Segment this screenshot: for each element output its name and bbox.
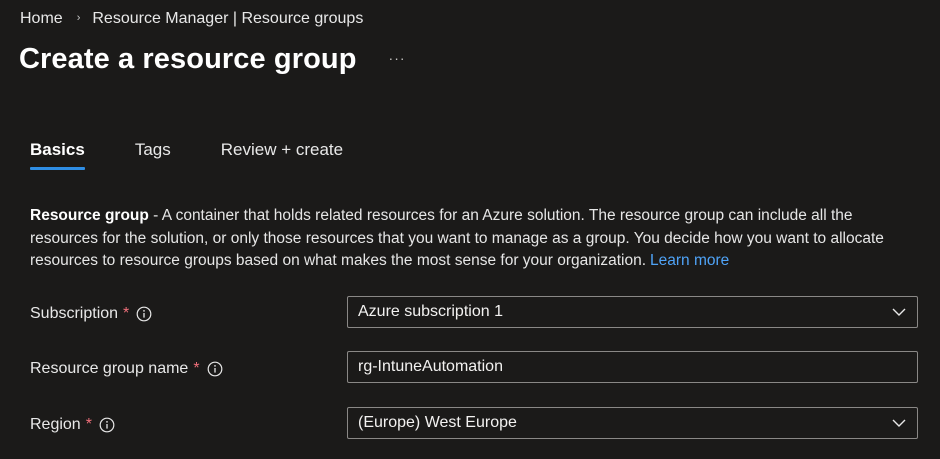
resource-group-name-label-group: Resource group name *	[30, 360, 223, 378]
resource-group-name-input[interactable]	[348, 353, 917, 381]
required-marker: *	[193, 360, 200, 377]
tab-bar: Basics Tags Review + create	[30, 140, 343, 170]
region-row: Region * (Europe) West Europe	[30, 407, 918, 439]
info-icon[interactable]	[207, 361, 223, 377]
info-icon[interactable]	[99, 417, 115, 433]
chevron-down-icon	[892, 308, 906, 316]
subscription-row: Subscription * Azure subscription 1	[30, 296, 918, 328]
resource-group-name-row: Resource group name *	[30, 351, 918, 383]
resource-group-name-label: Resource group name	[30, 360, 189, 377]
tab-tags[interactable]: Tags	[135, 140, 171, 170]
resource-group-description: Resource group - A container that holds …	[30, 205, 915, 273]
region-label-group: Region *	[30, 416, 115, 434]
page-title: Create a resource group	[19, 43, 357, 75]
more-options-button[interactable]: ···	[389, 50, 406, 66]
title-row: Create a resource group ···	[19, 43, 406, 76]
subscription-dropdown[interactable]: Azure subscription 1	[347, 296, 918, 328]
description-text: - A container that holds related resourc…	[30, 207, 884, 269]
description-term: Resource group	[30, 207, 149, 224]
resource-group-name-field[interactable]	[347, 351, 918, 383]
chevron-down-icon	[892, 419, 906, 427]
breadcrumb: Home › Resource Manager | Resource group…	[20, 10, 363, 28]
create-resource-group-page: Home › Resource Manager | Resource group…	[0, 0, 940, 459]
subscription-selected-value: Azure subscription 1	[358, 303, 503, 320]
subscription-label: Subscription	[30, 305, 119, 322]
required-marker: *	[85, 416, 92, 433]
region-dropdown[interactable]: (Europe) West Europe	[347, 407, 918, 439]
region-selected-value: (Europe) West Europe	[358, 414, 517, 431]
info-icon[interactable]	[136, 306, 152, 322]
tab-basics[interactable]: Basics	[30, 140, 85, 170]
region-label: Region	[30, 416, 81, 433]
tab-review-create[interactable]: Review + create	[221, 140, 343, 170]
breadcrumb-home-link[interactable]: Home	[20, 10, 63, 28]
subscription-label-group: Subscription *	[30, 305, 152, 323]
breadcrumb-chevron-icon: ›	[76, 12, 81, 24]
breadcrumb-resource-groups-link[interactable]: Resource Manager | Resource groups	[92, 10, 363, 28]
required-marker: *	[123, 305, 130, 322]
learn-more-link[interactable]: Learn more	[650, 252, 729, 269]
